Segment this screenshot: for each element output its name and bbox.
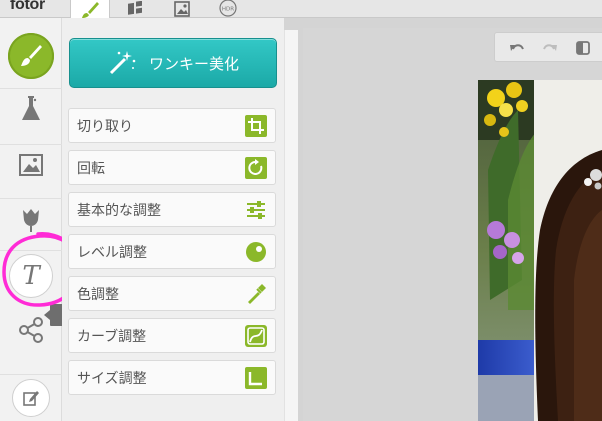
panel-scrollbar[interactable]: [284, 30, 298, 421]
tool-label: 回転: [77, 160, 105, 177]
fotor-logo: fotor: [10, 0, 45, 13]
sidebar-item-edit[interactable]: [0, 32, 62, 80]
rotate-icon: [245, 156, 267, 179]
undo-icon: [510, 44, 524, 51]
image-frame-icon: [19, 153, 43, 176]
sidebar-item-text[interactable]: T: [0, 250, 62, 300]
tool-crop[interactable]: 切り取り: [68, 108, 276, 143]
tool-rotate[interactable]: 回転: [68, 150, 276, 185]
edit-tools-panel: ワンキー美化 切り取り 回転 基本的な調整 レベル調整 色調整 カーブ調整 サイ…: [62, 18, 284, 421]
tool-label: 切り取り: [77, 118, 133, 135]
canvas-toolbar: [494, 32, 602, 62]
dropper-icon: [245, 283, 267, 305]
curve-icon: [245, 324, 267, 347]
magic-wand-icon: [109, 51, 136, 75]
tool-resize[interactable]: サイズ調整: [68, 360, 276, 395]
collage-icon: [128, 1, 142, 15]
undo-button[interactable]: [507, 38, 527, 58]
compare-button[interactable]: [573, 38, 593, 58]
tool-levels[interactable]: レベル調整: [68, 234, 276, 269]
top-bar: fotor HDR: [0, 0, 602, 19]
text-icon: T: [22, 260, 40, 291]
one-key-enhance-label: ワンキー美化: [148, 54, 239, 73]
sidebar-item-effects[interactable]: [0, 88, 62, 128]
sidebar-item-edit-note[interactable]: [0, 374, 62, 420]
tool-label: 色調整: [77, 286, 119, 303]
edit-note-icon: [23, 390, 39, 406]
tool-label: 基本的な調整: [77, 202, 161, 219]
hdr-icon: HDR: [219, 0, 237, 17]
compare-icon: [576, 41, 590, 55]
image-frame-icon: [174, 1, 190, 17]
sidebar-item-decorations[interactable]: [0, 198, 62, 238]
photo-preview[interactable]: [478, 80, 602, 421]
tab-edit[interactable]: [70, 0, 110, 19]
tool-color-adjust[interactable]: 色調整: [68, 276, 276, 311]
tab-design[interactable]: [162, 0, 202, 18]
tool-basic-adjust[interactable]: 基本的な調整: [68, 192, 276, 227]
brush-icon: [82, 1, 99, 18]
flask-icon: [22, 95, 40, 120]
tool-label: サイズ調整: [77, 370, 147, 387]
tool-category-sidebar: T: [0, 18, 62, 421]
tool-label: カーブ調整: [77, 328, 147, 345]
crop-icon: [245, 114, 267, 137]
redo-button[interactable]: [540, 38, 560, 58]
sliders-icon: [245, 199, 267, 221]
share-icon: [19, 317, 43, 343]
level-circle-icon: [245, 241, 267, 263]
resize-icon: [245, 366, 267, 389]
tab-hdr[interactable]: HDR: [208, 0, 248, 18]
tool-label: レベル調整: [77, 244, 147, 261]
tab-collage[interactable]: [115, 0, 155, 18]
one-key-enhance-button[interactable]: ワンキー美化: [69, 38, 277, 88]
svg-text:HDR: HDR: [222, 7, 234, 13]
brush-icon: [21, 45, 42, 66]
redo-icon: [543, 44, 557, 51]
tulip-icon: [23, 208, 39, 232]
tool-curves[interactable]: カーブ調整: [68, 318, 276, 353]
photo-image: [478, 80, 602, 421]
sidebar-item-frames[interactable]: [0, 144, 62, 184]
